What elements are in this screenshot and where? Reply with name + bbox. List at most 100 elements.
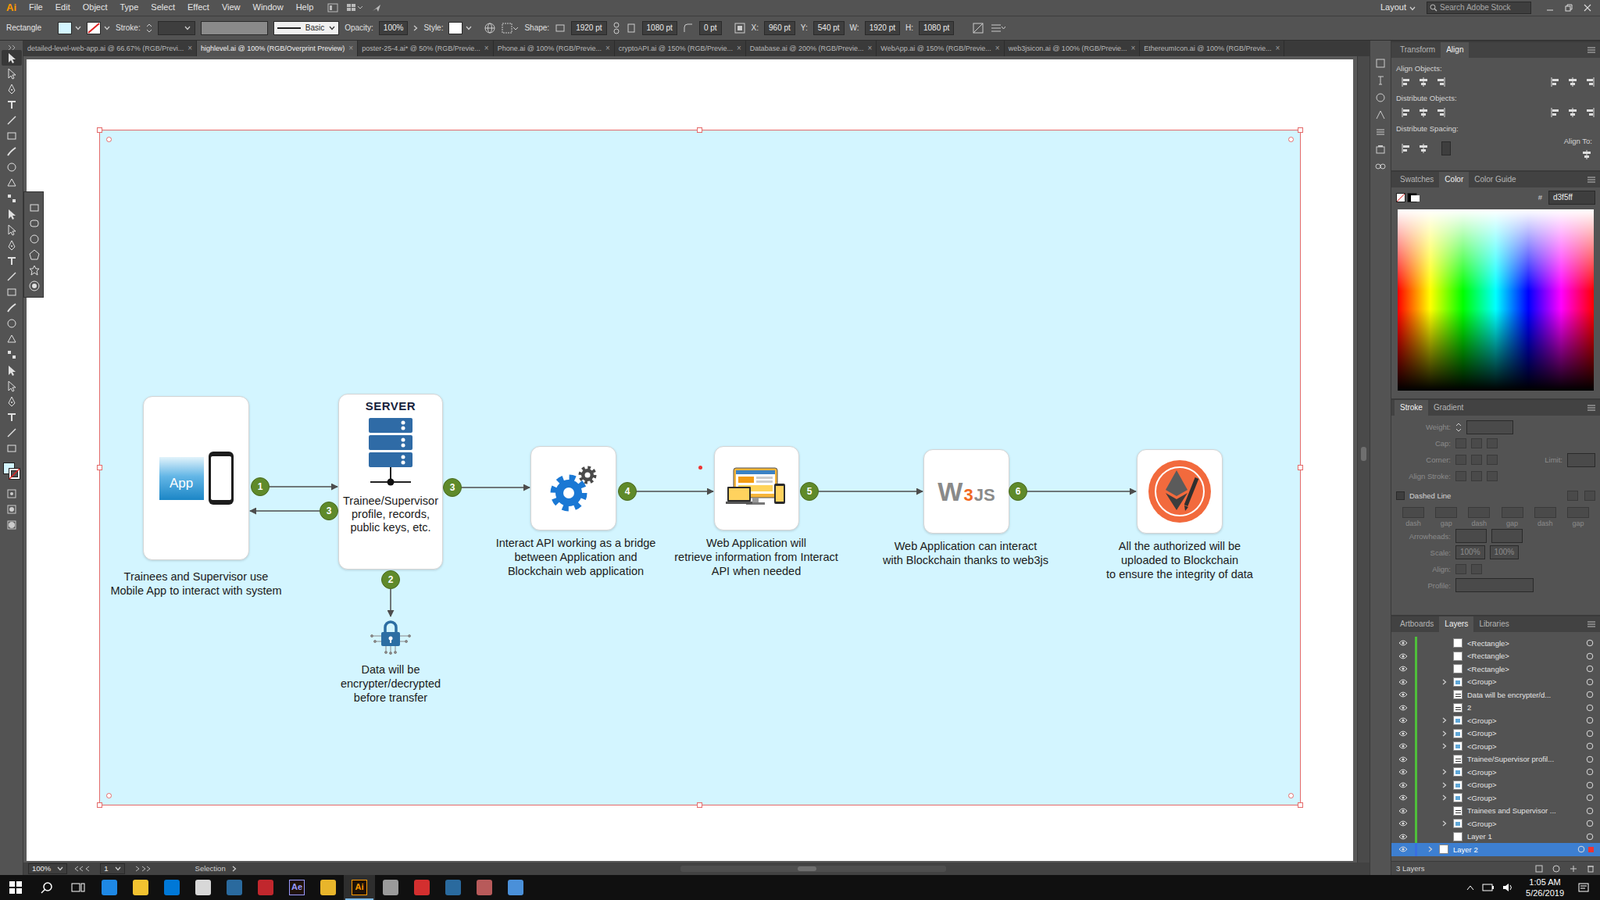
tool-button-icon[interactable] xyxy=(1,221,22,238)
target-circle-icon[interactable] xyxy=(1585,690,1594,699)
menu-item[interactable]: Window xyxy=(246,2,290,13)
layer-action-icon[interactable] xyxy=(1534,864,1544,874)
dash-gap-input[interactable] xyxy=(1467,507,1490,518)
bounding-box-handle[interactable] xyxy=(1297,127,1304,133)
tool-button-icon[interactable] xyxy=(1,378,22,394)
shape-height-field[interactable]: 1080 pt xyxy=(642,21,678,36)
dash-gap-input[interactable] xyxy=(1435,507,1458,518)
layer-row[interactable]: <Rectangle> xyxy=(1391,636,1600,650)
tool-button-icon[interactable] xyxy=(1,315,22,332)
limit-field[interactable] xyxy=(1567,453,1596,468)
taskbar-app[interactable] xyxy=(375,875,407,900)
align-button-icon[interactable] xyxy=(1584,76,1596,88)
none-black-white-swatches[interactable] xyxy=(1396,192,1420,203)
layer-row[interactable]: Layer 1 xyxy=(1391,830,1600,844)
weight-field[interactable] xyxy=(1466,420,1514,435)
expand-arrow-icon[interactable] xyxy=(1439,782,1450,789)
align-button-icon[interactable] xyxy=(1417,76,1429,88)
shape-tool-icon[interactable] xyxy=(25,262,43,279)
graphic-style-swatch[interactable] xyxy=(448,21,472,35)
tool-button-icon[interactable] xyxy=(1,346,22,363)
target-circle-icon[interactable] xyxy=(1585,807,1594,815)
close-tab-button[interactable]: × xyxy=(187,43,193,54)
menu-item[interactable]: Help xyxy=(289,2,321,13)
panel-tab[interactable]: Gradient xyxy=(1428,400,1469,416)
corner-widget[interactable] xyxy=(1288,792,1294,799)
tool-button-icon[interactable] xyxy=(1,253,22,269)
panel-menu-icon[interactable] xyxy=(1587,171,1600,188)
target-circle-icon[interactable] xyxy=(1585,755,1594,764)
bounding-box-handle[interactable] xyxy=(96,127,103,133)
end-arrowhead[interactable] xyxy=(1491,528,1523,543)
pasteboard[interactable]: AppTrainees and Supervisor useMobile App… xyxy=(23,56,1358,863)
variable-width-profile[interactable] xyxy=(200,21,268,36)
panel-icon[interactable] xyxy=(1370,123,1391,141)
tool-button-icon[interactable] xyxy=(1,409,22,425)
align-button-icon[interactable] xyxy=(1417,142,1429,154)
scroll-thumb[interactable] xyxy=(797,866,817,872)
layer-row[interactable]: <Group> xyxy=(1391,791,1600,805)
align-button-icon[interactable] xyxy=(1417,107,1429,118)
mode-icon[interactable] xyxy=(1,485,22,502)
expand-arrow-icon[interactable] xyxy=(1439,678,1450,686)
web3js-node[interactable]: W3JS xyxy=(923,449,1010,534)
visibility-eye-icon[interactable] xyxy=(1394,768,1412,775)
hex-color-field[interactable]: d3f5ff xyxy=(1548,190,1596,205)
mode-icon[interactable] xyxy=(1,501,22,518)
stock-search-input[interactable] xyxy=(1439,3,1526,13)
spinner-icon[interactable] xyxy=(146,22,153,34)
stroke-weight-field[interactable] xyxy=(157,21,196,36)
close-tab-button[interactable]: × xyxy=(1275,43,1280,54)
corner-radius-field[interactable]: 0 pt xyxy=(699,21,722,36)
shape-tool-icon[interactable] xyxy=(25,200,43,216)
corner-widget[interactable] xyxy=(106,792,112,799)
scroll-thumb[interactable] xyxy=(1360,446,1367,461)
layer-action-icon[interactable] xyxy=(1568,864,1579,874)
notifications-icon[interactable] xyxy=(1571,882,1596,893)
mode-icon[interactable] xyxy=(1,517,22,533)
horizontal-scrollbar[interactable] xyxy=(680,865,947,872)
profile-field[interactable] xyxy=(1455,578,1534,593)
show-hidden-icons-icon[interactable] xyxy=(1466,884,1475,891)
target-circle-icon[interactable] xyxy=(1585,819,1594,828)
align-button-icon[interactable] xyxy=(1584,107,1596,118)
panel-menu-icon[interactable] xyxy=(1587,400,1600,416)
menu-item[interactable]: Type xyxy=(114,2,146,13)
target-circle-icon[interactable] xyxy=(1577,845,1586,854)
tool-button-icon[interactable] xyxy=(1,96,22,113)
scale-field[interactable]: 100% xyxy=(1489,545,1520,560)
target-circle-icon[interactable] xyxy=(1585,678,1594,686)
dash-gap-field[interactable]: dash xyxy=(1467,507,1490,529)
shape-tool-icon[interactable] xyxy=(25,278,43,294)
panel-tab[interactable]: Libraries xyxy=(1473,616,1515,633)
visibility-eye-icon[interactable] xyxy=(1394,653,1412,660)
layer-row[interactable]: <Group> xyxy=(1391,714,1600,728)
taskbar-app[interactable]: Ai xyxy=(343,875,375,900)
panel-tab[interactable]: Artboards xyxy=(1394,616,1440,633)
close-tab-button[interactable]: × xyxy=(867,43,872,54)
layer-row[interactable]: <Group> xyxy=(1391,727,1600,741)
stroke-swatch[interactable] xyxy=(86,21,111,35)
visibility-eye-icon[interactable] xyxy=(1394,846,1412,853)
menu-item[interactable]: Select xyxy=(144,2,182,13)
opacity-field[interactable]: 100% xyxy=(378,21,409,36)
stock-search[interactable] xyxy=(1426,1,1532,15)
artboard-field[interactable]: 1 xyxy=(100,863,125,874)
spinner-icon[interactable] xyxy=(1455,421,1462,433)
restore-icon[interactable] xyxy=(1559,3,1579,12)
taskbar-app[interactable] xyxy=(468,875,500,900)
layer-action-icon[interactable] xyxy=(1551,864,1561,874)
align-to-icon[interactable] xyxy=(1581,149,1593,161)
document-tab[interactable]: poster-25-4.ai* @ 50% (RGB/Previe...× xyxy=(357,40,494,57)
expand-arrow-icon[interactable] xyxy=(1439,768,1450,775)
layer-row[interactable]: <Group> xyxy=(1391,778,1600,793)
option-button[interactable] xyxy=(1486,471,1498,482)
panel-tab[interactable]: Transform xyxy=(1394,42,1441,58)
align-button-icon[interactable] xyxy=(1567,107,1579,118)
layer-row[interactable]: Trainees and Supervisor ... xyxy=(1391,804,1600,818)
visibility-eye-icon[interactable] xyxy=(1394,691,1412,698)
visibility-eye-icon[interactable] xyxy=(1394,794,1412,801)
align-button-icon[interactable] xyxy=(1400,76,1412,88)
web-application-node[interactable] xyxy=(714,446,800,531)
bounding-box-handle[interactable] xyxy=(96,802,103,808)
